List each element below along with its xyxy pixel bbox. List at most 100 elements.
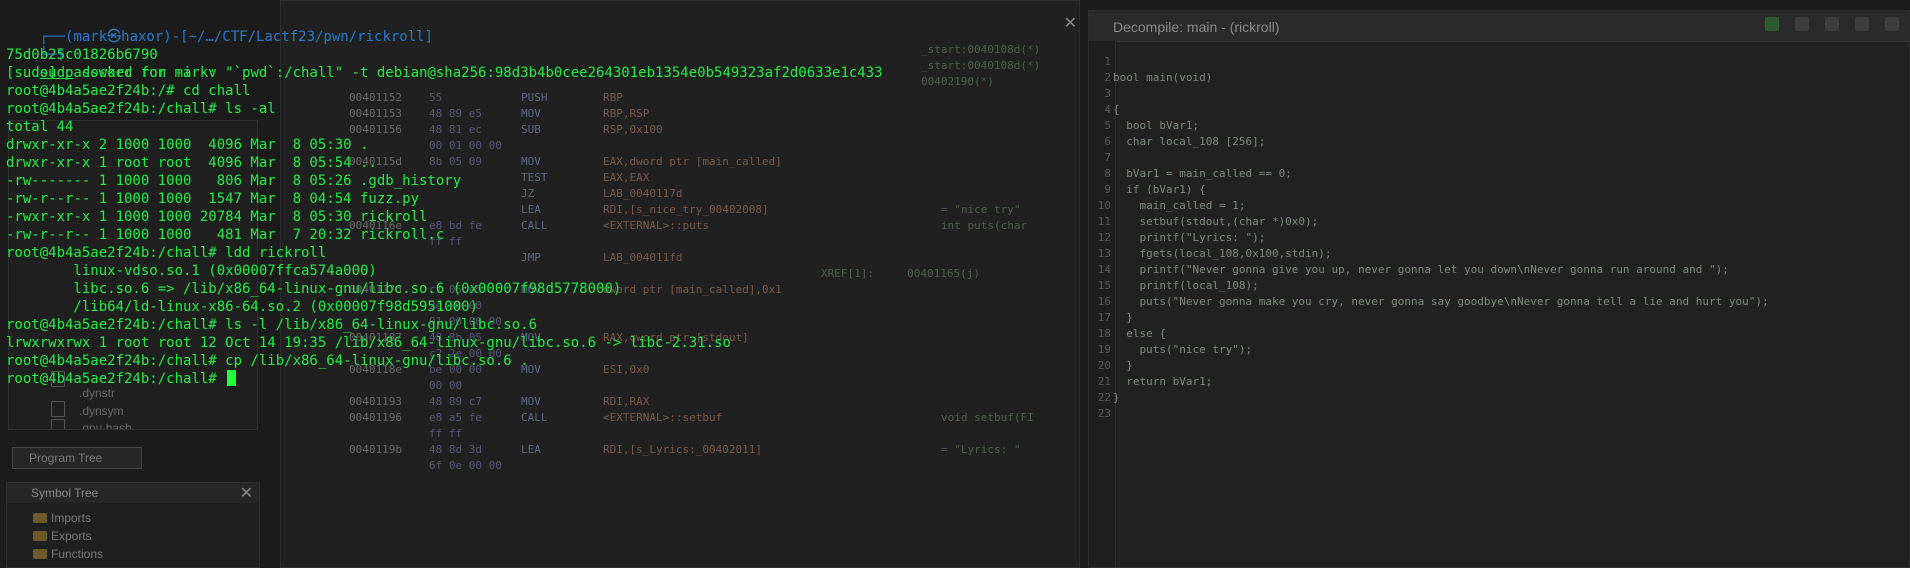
line-number: 4 [1104,103,1111,116]
line-number: 17 [1097,311,1111,324]
menu-icon[interactable] [1885,17,1899,31]
terminal-line: root@4b4a5ae2f24b:/# cd chall [6,83,251,99]
code-line: puts("nice try"); [1113,343,1253,356]
code-line: } [1113,391,1120,404]
terminal-line: libc.so.6 => /lib/x86_64-linux-gnu/libc.… [6,281,622,297]
terminal-line: /lib64/ld-linux-x86-64.so.2 (0x00007f98d… [6,299,479,315]
code-line: printf("Never gonna give you up, never g… [1113,263,1729,276]
line-number: 19 [1097,343,1111,356]
terminal-line: [sudo] password for mark: [6,65,217,81]
listing-bytes: 48 8d 3d [429,443,482,456]
listing-op[interactable]: RDI,[s_Lyrics:_00402011] [603,443,762,456]
code-line: { [1113,103,1120,116]
folder-icon [33,549,47,559]
line-number: 8 [1104,167,1111,180]
export-icon[interactable] [1825,17,1839,31]
listing-com: = "Lyrics: " [941,443,1021,456]
line-number: 14 [1097,263,1111,276]
line-number: 1 [1104,55,1111,68]
line-number: 11 [1097,215,1111,228]
code-line: printf(local_108); [1113,279,1259,292]
code-line: char local_108 [256]; [1113,135,1266,148]
listing-mn: LEA [521,443,541,456]
symbol-tree-item-exports[interactable]: Exports [51,529,92,543]
code-line: fgets(local_108,0x100,stdin); [1113,247,1332,260]
symbol-tree-item-functions[interactable]: Functions [51,547,103,561]
symbol-tree-panel: Symbol Tree ✕ Imports Exports Functions [6,482,260,568]
terminal-cursor [227,370,237,386]
code-line: puts("Never gonna make you cry, never go… [1113,295,1769,308]
terminal-line: drwxr-xr-x 2 1000 1000 4096 Mar 8 05:30 … [6,137,369,153]
close-icon[interactable]: ✕ [240,483,253,502]
symbol-tree-item-imports[interactable]: Imports [51,511,91,525]
line-number: 16 [1097,295,1111,308]
code-line: setbuf(stdout,(char *)0x0); [1113,215,1319,228]
terminal-line: total 44 [6,119,74,135]
line-number: 3 [1104,87,1111,100]
copy-icon[interactable] [1795,17,1809,31]
program-tree-item[interactable]: .dynsym [79,404,124,418]
code-line: } [1113,359,1133,372]
symbol-tree-header: Symbol Tree ✕ [7,483,259,503]
folder-icon [33,531,47,541]
terminal-line: -rw-r--r-- 1 1000 1000 1547 Mar 8 04:54 … [6,191,420,207]
line-number: 18 [1097,327,1111,340]
terminal-line: root@4b4a5ae2f24b:/chall# cp /lib/x86_64… [6,353,529,369]
decompile-title: Decompile: main - (rickroll) [1113,19,1280,35]
code-line: bool bVar1; [1113,119,1200,132]
listing-mn: CALL [521,411,548,424]
program-tree-item[interactable]: .gnu.hash [79,421,132,429]
snapshot-icon[interactable] [1855,17,1869,31]
listing-addr[interactable]: 0040119b [349,443,402,456]
terminal-line: 75d0b25c01826b6790 [6,47,158,63]
line-number: 22 [1097,391,1111,404]
listing-bytes: 6f 0e 00 00 [429,459,502,472]
terminal-line: -rwxr-xr-x 1 1000 1000 20784 Mar 8 05:30… [6,209,428,225]
code-line: main_called = 1; [1113,199,1246,212]
line-number-gutter: 1 2 3 4 5 6 7 8 9 10 11 12 13 14 15 16 17 18 19 20 21 22 23 [1089,41,1116,567]
line-number: 2 [1104,71,1111,84]
listing-op[interactable]: <EXTERNAL>::setbuf [603,411,722,424]
terminal-line: lrwxrwxrwx 1 root root 12 Oct 14 19:35 /… [6,335,731,351]
line-number: 7 [1104,151,1111,164]
listing-bytes: e8 a5 fe [429,411,482,424]
terminal-line: root@4b4a5ae2f24b:/chall# [6,370,237,388]
decompile-header: Decompile: main - (rickroll) [1089,11,1909,42]
close-icon[interactable]: ✕ [1064,13,1077,32]
terminal-line: root@4b4a5ae2f24b:/chall# ldd rickroll [6,245,327,261]
terminal-line: -rw------- 1 1000 1000 806 Mar 8 05:26 .… [6,173,462,189]
code-line: bool main(void) [1113,71,1213,84]
code-line: return bVar1; [1113,375,1213,388]
program-tree-tab[interactable]: Program Tree [12,447,142,469]
terminal-line: drwxr-xr-x 1 root root 4096 Mar 8 05:54 … [6,155,377,171]
code-line: else { [1113,327,1166,340]
code-line: if (bVar1) { [1113,183,1206,196]
code-line: bVar1 = main_called == 0; [1113,167,1292,180]
line-number: 5 [1104,119,1111,132]
line-number: 6 [1104,135,1111,148]
symbol-tree-title: Symbol Tree [31,486,99,500]
code-line: } [1113,311,1133,324]
folder-icon [33,513,47,523]
terminal-line: linux-vdso.so.1 (0x00007ffca574a000) [6,263,377,279]
line-number: 15 [1097,279,1111,292]
document-icon [51,419,65,429]
document-icon [51,401,65,417]
terminal-line: root@4b4a5ae2f24b:/chall# ls -l /lib/x86… [6,317,538,333]
terminal-output[interactable]: ┌──(mark㉿haxor)-[~/…/CTF/Lactf23/pwn/ric… [0,0,1000,400]
line-number: 10 [1097,199,1111,212]
code-line: printf("Lyrics: "); [1113,231,1266,244]
program-tree-tab-label: Program Tree [29,451,103,465]
decompile-panel: Decompile: main - (rickroll) 1 2 3 4 5 6 7 8 9 10… [1088,10,1910,568]
line-number: 13 [1097,247,1111,260]
line-number: 20 [1097,359,1111,372]
terminal-line: root@4b4a5ae2f24b:/chall# ls -al [6,101,276,117]
listing-bytes: ff ff [429,427,463,440]
terminal-line: -rw-r--r-- 1 1000 1000 481 Mar 7 20:32 r… [6,227,445,243]
line-number: 21 [1097,375,1111,388]
line-number: 12 [1097,231,1111,244]
listing-addr[interactable]: 00401196 [349,411,402,424]
listing-com: void setbuf(FI [941,411,1034,424]
refresh-icon[interactable] [1765,17,1779,31]
line-number: 9 [1104,183,1111,196]
